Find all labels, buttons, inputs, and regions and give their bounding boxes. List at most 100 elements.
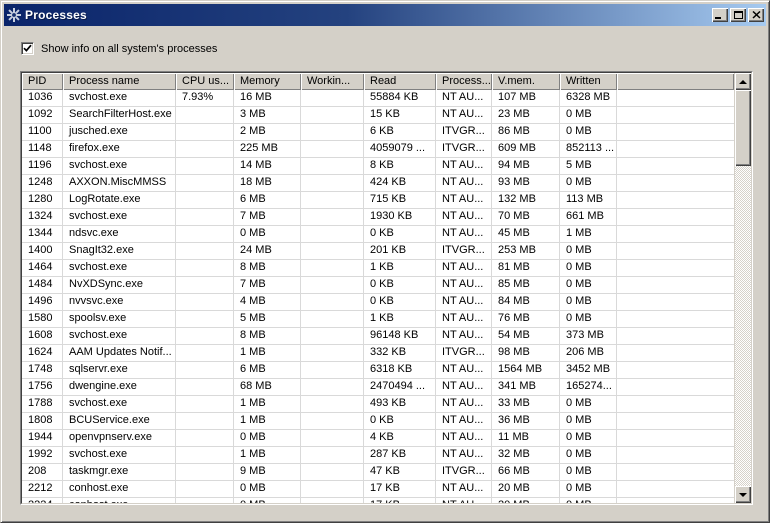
table-row[interactable]: 1484NvXDSync.exe7 MB0 KBNT AU...85 MB0 M… [22,277,734,294]
cell-written: 0 MB [560,311,617,328]
table-row[interactable]: 1324svchost.exe7 MB1930 KBNT AU...70 MB6… [22,209,734,226]
cell-process: NT AU... [436,260,492,277]
cell-written: 113 MB [560,192,617,209]
cell-memory: 1 MB [234,345,301,362]
cell-filler [617,413,734,430]
cell-memory: 8 MB [234,328,301,345]
cell-name: spoolsv.exe [63,311,176,328]
cell-memory: 68 MB [234,379,301,396]
cell-cpu [176,481,234,498]
table-row[interactable]: 1092SearchFilterHost.exe3 MB15 KBNT AU..… [22,107,734,124]
scroll-down-button[interactable] [735,486,751,503]
table-row[interactable]: 1992svchost.exe1 MB287 KBNT AU...32 MB0 … [22,447,734,464]
cell-pid: 1992 [22,447,63,464]
cell-filler [617,175,734,192]
cell-read: 1 KB [364,260,436,277]
column-header-vmem[interactable]: V.mem. [492,73,560,90]
cell-cpu: 7.93% [176,90,234,107]
show-all-processes-checkbox[interactable] [21,42,34,55]
table-row[interactable]: 1100jusched.exe2 MB6 KBITVGR...86 MB0 MB [22,124,734,141]
table-row[interactable]: 1248AXXON.MiscMMSS18 MB424 KBNT AU...93 … [22,175,734,192]
cell-cpu [176,464,234,481]
cell-working [301,124,364,141]
cell-cpu [176,345,234,362]
app-icon[interactable] [7,8,21,22]
column-header-memory[interactable]: Memory [234,73,301,90]
cell-working [301,396,364,413]
table-row[interactable]: 1788svchost.exe1 MB493 KBNT AU...33 MB0 … [22,396,734,413]
column-header-cpu[interactable]: CPU us... [176,73,234,90]
column-header-working[interactable]: Workin... [301,73,364,90]
close-button[interactable] [748,8,764,22]
column-header-process[interactable]: Process... [436,73,492,90]
cell-name: SearchFilterHost.exe [63,107,176,124]
cell-working [301,311,364,328]
cell-memory: 6 MB [234,362,301,379]
cell-working [301,90,364,107]
cell-process: NT AU... [436,362,492,379]
table-row[interactable]: 1944openvpnserv.exe0 MB4 KBNT AU...11 MB… [22,430,734,447]
table-row[interactable]: 1280LogRotate.exe6 MB715 KBNT AU...132 M… [22,192,734,209]
table-row[interactable]: 1400SnagIt32.exe24 MB201 KBITVGR...253 M… [22,243,734,260]
cell-working [301,294,364,311]
cell-read: 0 KB [364,413,436,430]
table-row[interactable]: 1036svchost.exe7.93%16 MB55884 KBNT AU..… [22,90,734,107]
column-header-name[interactable]: Process name [63,73,176,90]
cell-vmem: 76 MB [492,311,560,328]
table-row[interactable]: 1148firefox.exe225 MB4059079 ...ITVGR...… [22,141,734,158]
cell-name: svchost.exe [63,90,176,107]
cell-memory: 3 MB [234,107,301,124]
minimize-icon [715,17,721,19]
cell-vmem: 1564 MB [492,362,560,379]
cell-read: 4059079 ... [364,141,436,158]
vertical-scrollbar[interactable] [734,73,751,503]
cell-pid: 1148 [22,141,63,158]
titlebar[interactable]: Processes [4,4,766,26]
scrollbar-thumb[interactable] [735,90,751,166]
cell-pid: 1464 [22,260,63,277]
cell-name: svchost.exe [63,396,176,413]
column-header-pid[interactable]: PID [22,73,63,90]
cell-process: ITVGR... [436,345,492,362]
maximize-button[interactable] [730,8,746,22]
scrollbar-track[interactable] [735,166,751,486]
cell-vmem: 11 MB [492,430,560,447]
close-icon [752,11,761,19]
cell-filler [617,311,734,328]
table-row[interactable]: 1196svchost.exe14 MB8 KBNT AU...94 MB5 M… [22,158,734,175]
show-all-processes-label[interactable]: Show info on all system's processes [41,43,217,55]
cell-working [301,192,364,209]
cell-pid: 1324 [22,209,63,226]
table-row[interactable]: 1748sqlservr.exe6 MB6318 KBNT AU...1564 … [22,362,734,379]
minimize-button[interactable] [712,8,728,22]
cell-name: SnagIt32.exe [63,243,176,260]
column-header-written[interactable]: Written [560,73,617,90]
cell-process: NT AU... [436,277,492,294]
cell-memory: 0 MB [234,226,301,243]
cell-working [301,243,364,260]
column-header-read[interactable]: Read [364,73,436,90]
table-row[interactable]: 1808BCUService.exe1 MB0 KBNT AU...36 MB0… [22,413,734,430]
table-row[interactable]: 2212conhost.exe0 MB17 KBNT AU...20 MB0 M… [22,481,734,498]
table-row[interactable]: 1344ndsvc.exe0 MB0 KBNT AU...45 MB1 MB [22,226,734,243]
table-row[interactable]: 1608svchost.exe8 MB96148 KBNT AU...54 MB… [22,328,734,345]
cell-pid: 1608 [22,328,63,345]
cell-memory: 18 MB [234,175,301,192]
cell-memory: 9 MB [234,464,301,481]
scroll-up-button[interactable] [735,73,751,90]
cell-read: 1930 KB [364,209,436,226]
table-row[interactable]: 1580spoolsv.exe5 MB1 KBNT AU...76 MB0 MB [22,311,734,328]
cell-written: 0 MB [560,124,617,141]
cell-cpu [176,362,234,379]
table-row[interactable]: 1756dwengine.exe68 MB2470494 ...NT AU...… [22,379,734,396]
cell-read: 47 KB [364,464,436,481]
cell-read: 287 KB [364,447,436,464]
cell-working [301,141,364,158]
table-row[interactable]: 1496nvvsvc.exe4 MB0 KBNT AU...84 MB0 MB [22,294,734,311]
cell-vmem: 86 MB [492,124,560,141]
table-row[interactable]: 1464svchost.exe8 MB1 KBNT AU...81 MB0 MB [22,260,734,277]
cell-written: 0 MB [560,107,617,124]
table-row[interactable]: 1624AAM Updates Notif...1 MB332 KBITVGR.… [22,345,734,362]
table-row[interactable]: 2224conhost.exe0 MB17 KBNT AU...20 MB0 M… [22,498,734,503]
table-row[interactable]: 208taskmgr.exe9 MB47 KBITVGR...66 MB0 MB [22,464,734,481]
